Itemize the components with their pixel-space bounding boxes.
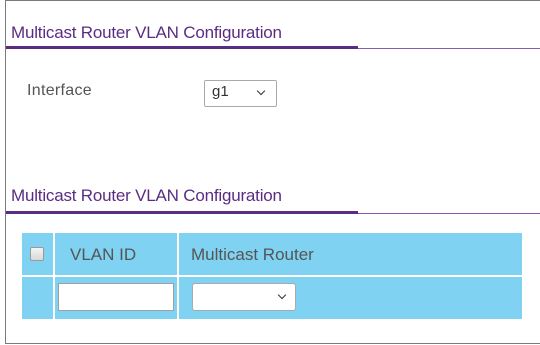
column-header-vlan-id: VLAN ID [70, 245, 137, 264]
column-header-multicast-router: Multicast Router [191, 245, 314, 264]
section-title-table: Multicast Router VLAN Configuration [11, 186, 282, 205]
interface-select[interactable]: g1 [204, 80, 277, 107]
multicast-router-table: VLAN ID Multicast Router [22, 233, 522, 319]
chevron-down-icon [277, 290, 287, 300]
table-divider [22, 275, 522, 277]
section-title-rule [358, 213, 540, 214]
section-title-underline [6, 211, 358, 214]
select-all-checkbox[interactable] [30, 247, 44, 261]
section-title-underline [6, 46, 358, 49]
section-title-top: Multicast Router VLAN Configuration [11, 23, 282, 42]
chevron-down-icon [256, 86, 266, 96]
section-title-rule [358, 48, 540, 49]
multicast-router-select[interactable] [192, 283, 296, 311]
interface-label: Interface [27, 82, 92, 99]
interface-select-value: g1 [212, 83, 229, 100]
vlan-id-input[interactable] [58, 283, 174, 311]
